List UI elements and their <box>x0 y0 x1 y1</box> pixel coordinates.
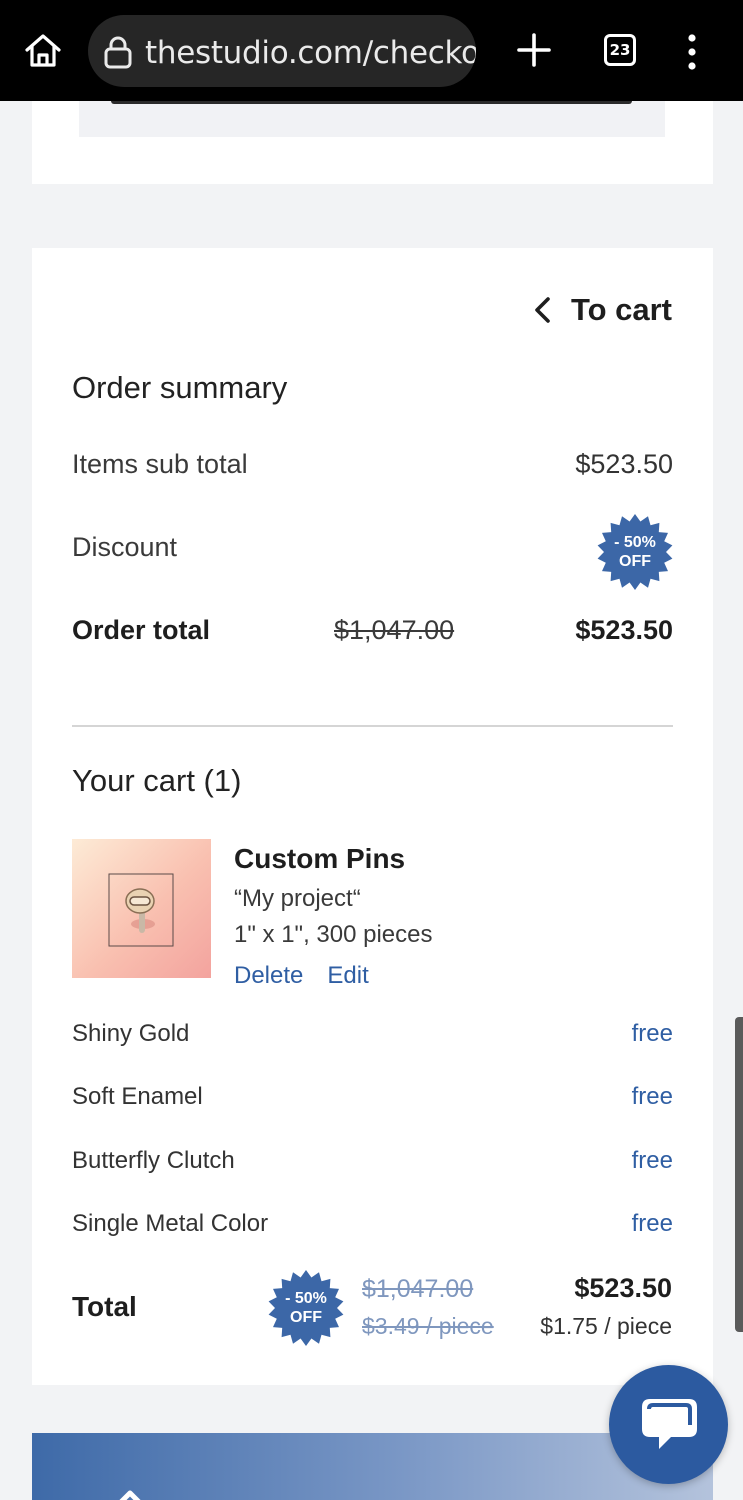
order-summary-card: To cart Order summary Items sub total $5… <box>32 248 713 1385</box>
discount-badge: - 50% OFF <box>597 514 673 590</box>
items-subtotal-row: Items sub total $523.50 <box>72 449 673 485</box>
product-actions: Delete Edit <box>234 962 369 990</box>
total-discount-badge: - 50% OFF <box>268 1270 344 1346</box>
items-subtotal-value: $523.50 <box>575 449 673 479</box>
scrollbar[interactable] <box>735 1017 743 1332</box>
previous-section-button-edge <box>111 101 632 104</box>
order-total-value: $523.50 <box>575 615 673 645</box>
option-price: free <box>631 1083 673 1110</box>
option-label: Shiny Gold <box>72 1020 190 1047</box>
tab-switcher-button[interactable]: 23 <box>604 34 636 66</box>
to-cart-label: To cart <box>570 292 672 327</box>
discount-badge-line1: - 50% <box>614 534 656 551</box>
total-badge-line2: OFF <box>290 1309 322 1326</box>
previous-section-card <box>32 101 713 184</box>
option-row: Soft Enamel free <box>72 1083 673 1119</box>
delete-link[interactable]: Delete <box>234 962 303 990</box>
option-label: Soft Enamel <box>72 1083 203 1110</box>
option-price: free <box>631 1210 673 1237</box>
cart-total-label: Total <box>72 1291 137 1322</box>
discounted-per-piece: $1.75 / piece <box>540 1313 672 1339</box>
banner-logo-icon <box>119 1490 141 1500</box>
option-price: free <box>631 1020 673 1047</box>
url-text[interactable]: thestudio.com/checko <box>145 35 476 71</box>
items-subtotal-label: Items sub total <box>72 449 248 479</box>
pin-image-icon <box>108 873 174 947</box>
option-row: Butterfly Clutch free <box>72 1147 673 1183</box>
discount-badge-line2: OFF <box>619 553 651 570</box>
edit-link[interactable]: Edit <box>327 962 368 990</box>
total-badge-line1: - 50% <box>285 1290 327 1307</box>
home-icon[interactable] <box>22 30 64 72</box>
option-row: Single Metal Color free <box>72 1210 673 1246</box>
product-name: Custom Pins <box>234 843 406 874</box>
option-label: Butterfly Clutch <box>72 1147 235 1174</box>
product-project-name: “My project“ <box>234 885 361 912</box>
discount-row: Discount - 50% OFF <box>72 514 673 590</box>
previous-section-inner <box>79 101 665 137</box>
lock-icon <box>104 36 132 69</box>
chat-bubble-icon <box>642 1399 697 1449</box>
browser-toolbar: thestudio.com/checko 23 <box>0 0 743 101</box>
original-per-piece: $3.49 / piece <box>362 1313 494 1339</box>
original-total: $1,047.00 <box>362 1275 474 1303</box>
product-thumbnail[interactable] <box>72 839 211 978</box>
new-tab-icon[interactable] <box>514 30 554 70</box>
order-summary-title: Order summary <box>72 370 288 405</box>
address-bar[interactable]: thestudio.com/checko <box>88 15 476 87</box>
order-total-label: Order total <box>72 615 211 645</box>
option-price: free <box>631 1147 673 1174</box>
discounted-total: $523.50 <box>574 1273 672 1303</box>
product-size-quantity: 1" x 1", 300 pieces <box>234 921 433 948</box>
order-total-row: Order total $1,047.00 $523.50 <box>72 615 673 651</box>
option-row: Shiny Gold free <box>72 1020 673 1056</box>
chat-button[interactable] <box>609 1365 728 1484</box>
your-cart-title: Your cart (1) <box>72 763 242 798</box>
chevron-left-icon <box>535 297 550 323</box>
to-cart-link[interactable]: To cart <box>531 292 672 328</box>
option-label: Single Metal Color <box>72 1210 269 1237</box>
more-menu-icon[interactable] <box>684 34 700 70</box>
section-divider <box>72 725 673 727</box>
discount-label: Discount <box>72 532 178 562</box>
order-total-original: $1,047.00 <box>334 615 455 645</box>
